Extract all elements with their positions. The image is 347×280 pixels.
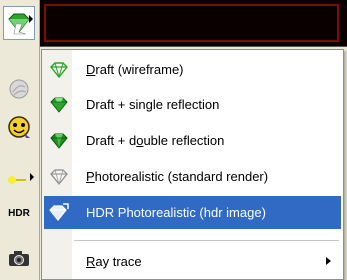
- gem-double-icon: [44, 124, 74, 157]
- sphere-icon: [9, 79, 29, 99]
- menu-separator: [74, 240, 339, 241]
- pointer-tool[interactable]: [3, 160, 35, 194]
- menu-item-ray-trace[interactable]: Ray trace: [44, 245, 341, 278]
- render-mode-menu: Draft (wireframe) Draft + single reflect…: [41, 49, 344, 280]
- camera-icon: [9, 251, 29, 266]
- lighting-tool[interactable]: [3, 110, 35, 144]
- render-viewport[interactable]: [40, 0, 347, 47]
- menu-item-draft-double-reflection[interactable]: Draft + double reflection: [44, 124, 341, 157]
- gem-hdr-icon: [44, 196, 74, 229]
- menu-item-photorealistic[interactable]: Photorealistic (standard render): [44, 160, 341, 193]
- menu-item-draft-wireframe[interactable]: Draft (wireframe): [44, 53, 341, 86]
- hdr-label: HDR: [8, 207, 30, 219]
- menu-item-label: Draft (wireframe): [86, 62, 184, 77]
- submenu-arrow-icon: [326, 257, 331, 265]
- face-icon: [8, 116, 30, 138]
- gem-single-icon: [44, 88, 74, 121]
- gem-icon: [8, 13, 30, 35]
- menu-item-label: Photorealistic (standard render): [86, 169, 269, 184]
- menu-item-label: Draft + single reflection: [86, 97, 220, 112]
- gem-outline-icon: [44, 160, 74, 193]
- dropdown-arrow-icon: [29, 15, 33, 23]
- menu-item-label: Ray trace: [86, 254, 142, 269]
- wand-icon: [8, 176, 26, 184]
- viewport-frame: [44, 4, 339, 42]
- menu-item-hdr-photorealistic[interactable]: HDR Photorealistic (hdr image): [44, 196, 341, 229]
- dropdown-arrow-icon: [30, 173, 34, 181]
- menu-item-draft-single-reflection[interactable]: Draft + single reflection: [44, 88, 341, 121]
- material-tool[interactable]: [3, 72, 35, 106]
- menu-item-label: HDR Photorealistic (hdr image): [86, 205, 266, 220]
- render-mode-tool[interactable]: [3, 6, 35, 40]
- left-toolbar: HDR: [0, 0, 40, 280]
- blank-icon-slot: [44, 245, 74, 278]
- gem-wireframe-icon: [44, 53, 74, 86]
- camera-tool[interactable]: [3, 242, 35, 276]
- hdr-tool[interactable]: HDR: [3, 196, 35, 230]
- menu-item-label: Draft + double reflection: [86, 133, 225, 148]
